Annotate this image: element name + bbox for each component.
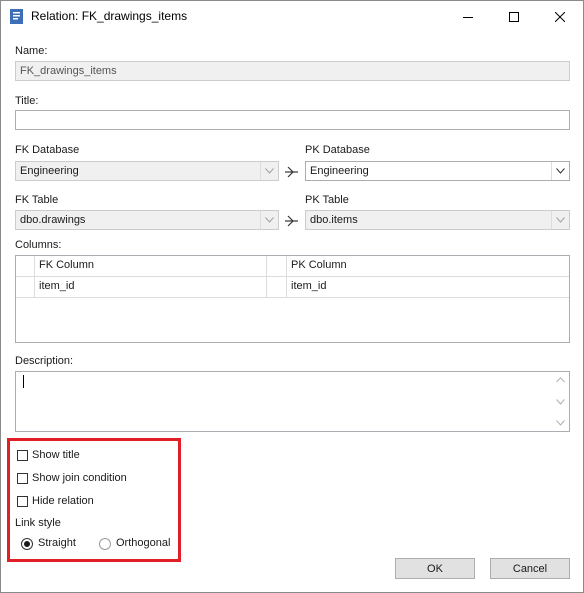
pk-table-select[interactable]: dbo.items bbox=[305, 210, 570, 230]
name-field[interactable]: FK_drawings_items bbox=[15, 61, 570, 81]
maximize-icon bbox=[509, 11, 519, 22]
relation-arrow-icon bbox=[285, 166, 298, 178]
pk-column-header: PK Column bbox=[287, 256, 569, 277]
ok-button[interactable]: OK bbox=[395, 558, 475, 579]
fk-column-header: FK Column bbox=[35, 256, 267, 277]
row-selector[interactable] bbox=[267, 277, 287, 298]
text-caret bbox=[23, 375, 24, 388]
show-title-label[interactable]: Show title bbox=[32, 449, 80, 461]
chevron-down-icon bbox=[260, 162, 278, 180]
row-header-cell bbox=[267, 256, 287, 277]
show-join-condition-checkbox[interactable] bbox=[17, 473, 28, 484]
document-icon bbox=[10, 9, 23, 24]
pk-table-label: PK Table bbox=[305, 194, 349, 206]
close-button[interactable] bbox=[537, 1, 583, 32]
fk-table-select[interactable]: dbo.drawings bbox=[15, 210, 279, 230]
columns-grid[interactable]: FK Column PK Column item_id item_id bbox=[15, 255, 570, 343]
relation-arrow-icon bbox=[285, 215, 298, 227]
chevron-down-icon bbox=[260, 211, 278, 229]
hide-relation-checkbox[interactable] bbox=[17, 496, 28, 507]
maximize-button[interactable] bbox=[491, 1, 537, 32]
minimize-icon bbox=[463, 16, 473, 18]
orthogonal-label[interactable]: Orthogonal bbox=[116, 537, 170, 549]
straight-label[interactable]: Straight bbox=[38, 537, 76, 549]
row-header-cell bbox=[16, 256, 35, 277]
description-field[interactable] bbox=[15, 371, 570, 432]
radio-dot bbox=[24, 541, 30, 547]
minimize-button[interactable] bbox=[445, 1, 491, 32]
cancel-button[interactable]: Cancel bbox=[490, 558, 570, 579]
chevron-down-icon bbox=[551, 162, 569, 180]
fk-database-label: FK Database bbox=[15, 144, 80, 156]
name-label: Name: bbox=[15, 45, 48, 57]
table-cell[interactable]: item_id bbox=[35, 277, 267, 298]
pk-database-label: PK Database bbox=[305, 144, 370, 156]
hide-relation-label[interactable]: Hide relation bbox=[32, 495, 94, 507]
title-bar: Relation: FK_drawings_items bbox=[1, 1, 583, 32]
table-cell[interactable]: item_id bbox=[287, 277, 569, 298]
window-title: Relation: FK_drawings_items bbox=[31, 9, 188, 23]
fk-database-select[interactable]: Engineering bbox=[15, 161, 279, 181]
show-title-checkbox[interactable] bbox=[17, 450, 28, 461]
pk-database-value: Engineering bbox=[310, 165, 369, 177]
chevron-up-icon[interactable] bbox=[556, 377, 565, 383]
fk-table-value: dbo.drawings bbox=[20, 214, 86, 226]
pk-table-value: dbo.items bbox=[310, 214, 358, 226]
show-join-condition-label[interactable]: Show join condition bbox=[32, 472, 127, 484]
fk-table-label: FK Table bbox=[15, 194, 59, 206]
close-icon bbox=[555, 11, 565, 22]
pk-database-select[interactable]: Engineering bbox=[305, 161, 570, 181]
straight-radio[interactable] bbox=[21, 538, 33, 550]
vertical-scrollbar[interactable] bbox=[552, 372, 569, 431]
fk-database-value: Engineering bbox=[20, 165, 79, 177]
chevron-down-icon[interactable] bbox=[556, 399, 565, 405]
chevron-down-icon[interactable] bbox=[556, 420, 565, 426]
columns-label: Columns: bbox=[15, 239, 62, 251]
title-label: Title: bbox=[15, 95, 39, 107]
title-field[interactable] bbox=[15, 110, 570, 130]
link-style-label: Link style bbox=[15, 517, 61, 529]
row-selector[interactable] bbox=[16, 277, 35, 298]
chevron-down-icon bbox=[551, 211, 569, 229]
description-label: Description: bbox=[15, 355, 74, 367]
orthogonal-radio[interactable] bbox=[99, 538, 111, 550]
relation-dialog: Relation: FK_drawings_items Name: FK_dra… bbox=[0, 0, 584, 593]
